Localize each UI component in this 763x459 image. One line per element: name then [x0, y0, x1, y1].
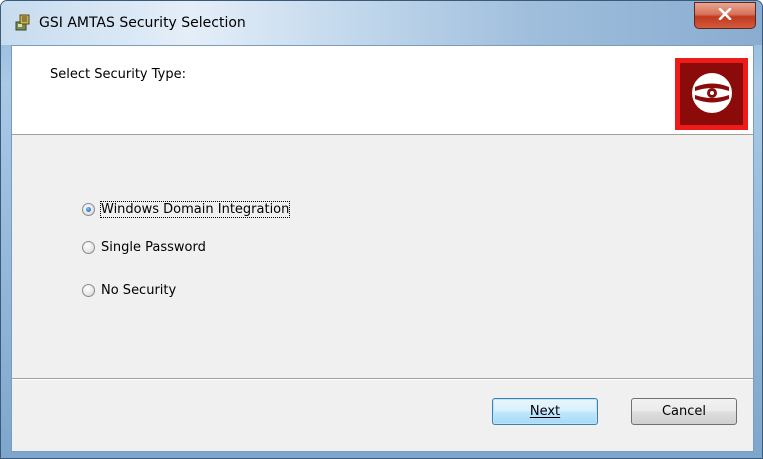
option-windows-domain[interactable]: Windows Domain Integration — [82, 199, 291, 219]
next-button[interactable]: Next — [492, 398, 598, 425]
option-label: No Security — [101, 282, 177, 298]
window-title: GSI AMTAS Security Selection — [39, 15, 246, 31]
next-button-label: Next — [529, 404, 561, 419]
radio-button[interactable] — [82, 202, 95, 216]
separator — [12, 378, 753, 380]
cancel-button-label: Cancel — [661, 404, 707, 419]
header-label: Select Security Type: — [50, 67, 186, 82]
header-panel: Select Security Type: — [12, 46, 753, 135]
title-bar[interactable]: GSI AMTAS Security Selection — [1, 1, 762, 45]
radio-button[interactable] — [82, 240, 95, 254]
option-label: Windows Domain Integration — [99, 200, 291, 218]
cancel-button[interactable]: Cancel — [631, 398, 737, 425]
option-single-password[interactable]: Single Password — [82, 237, 206, 257]
dialog-content: Select Security Type: Windows Domain Int… — [11, 45, 754, 452]
installer-icon — [14, 13, 32, 31]
radio-button[interactable] — [82, 283, 95, 297]
logo — [675, 58, 748, 130]
close-button[interactable] — [694, 2, 756, 29]
option-label: Single Password — [101, 239, 206, 255]
close-icon — [718, 7, 732, 23]
disc-icon — [689, 70, 735, 119]
option-no-security[interactable]: No Security — [82, 280, 176, 300]
dialog-window: GSI AMTAS Security Selection Select Secu… — [0, 0, 763, 459]
